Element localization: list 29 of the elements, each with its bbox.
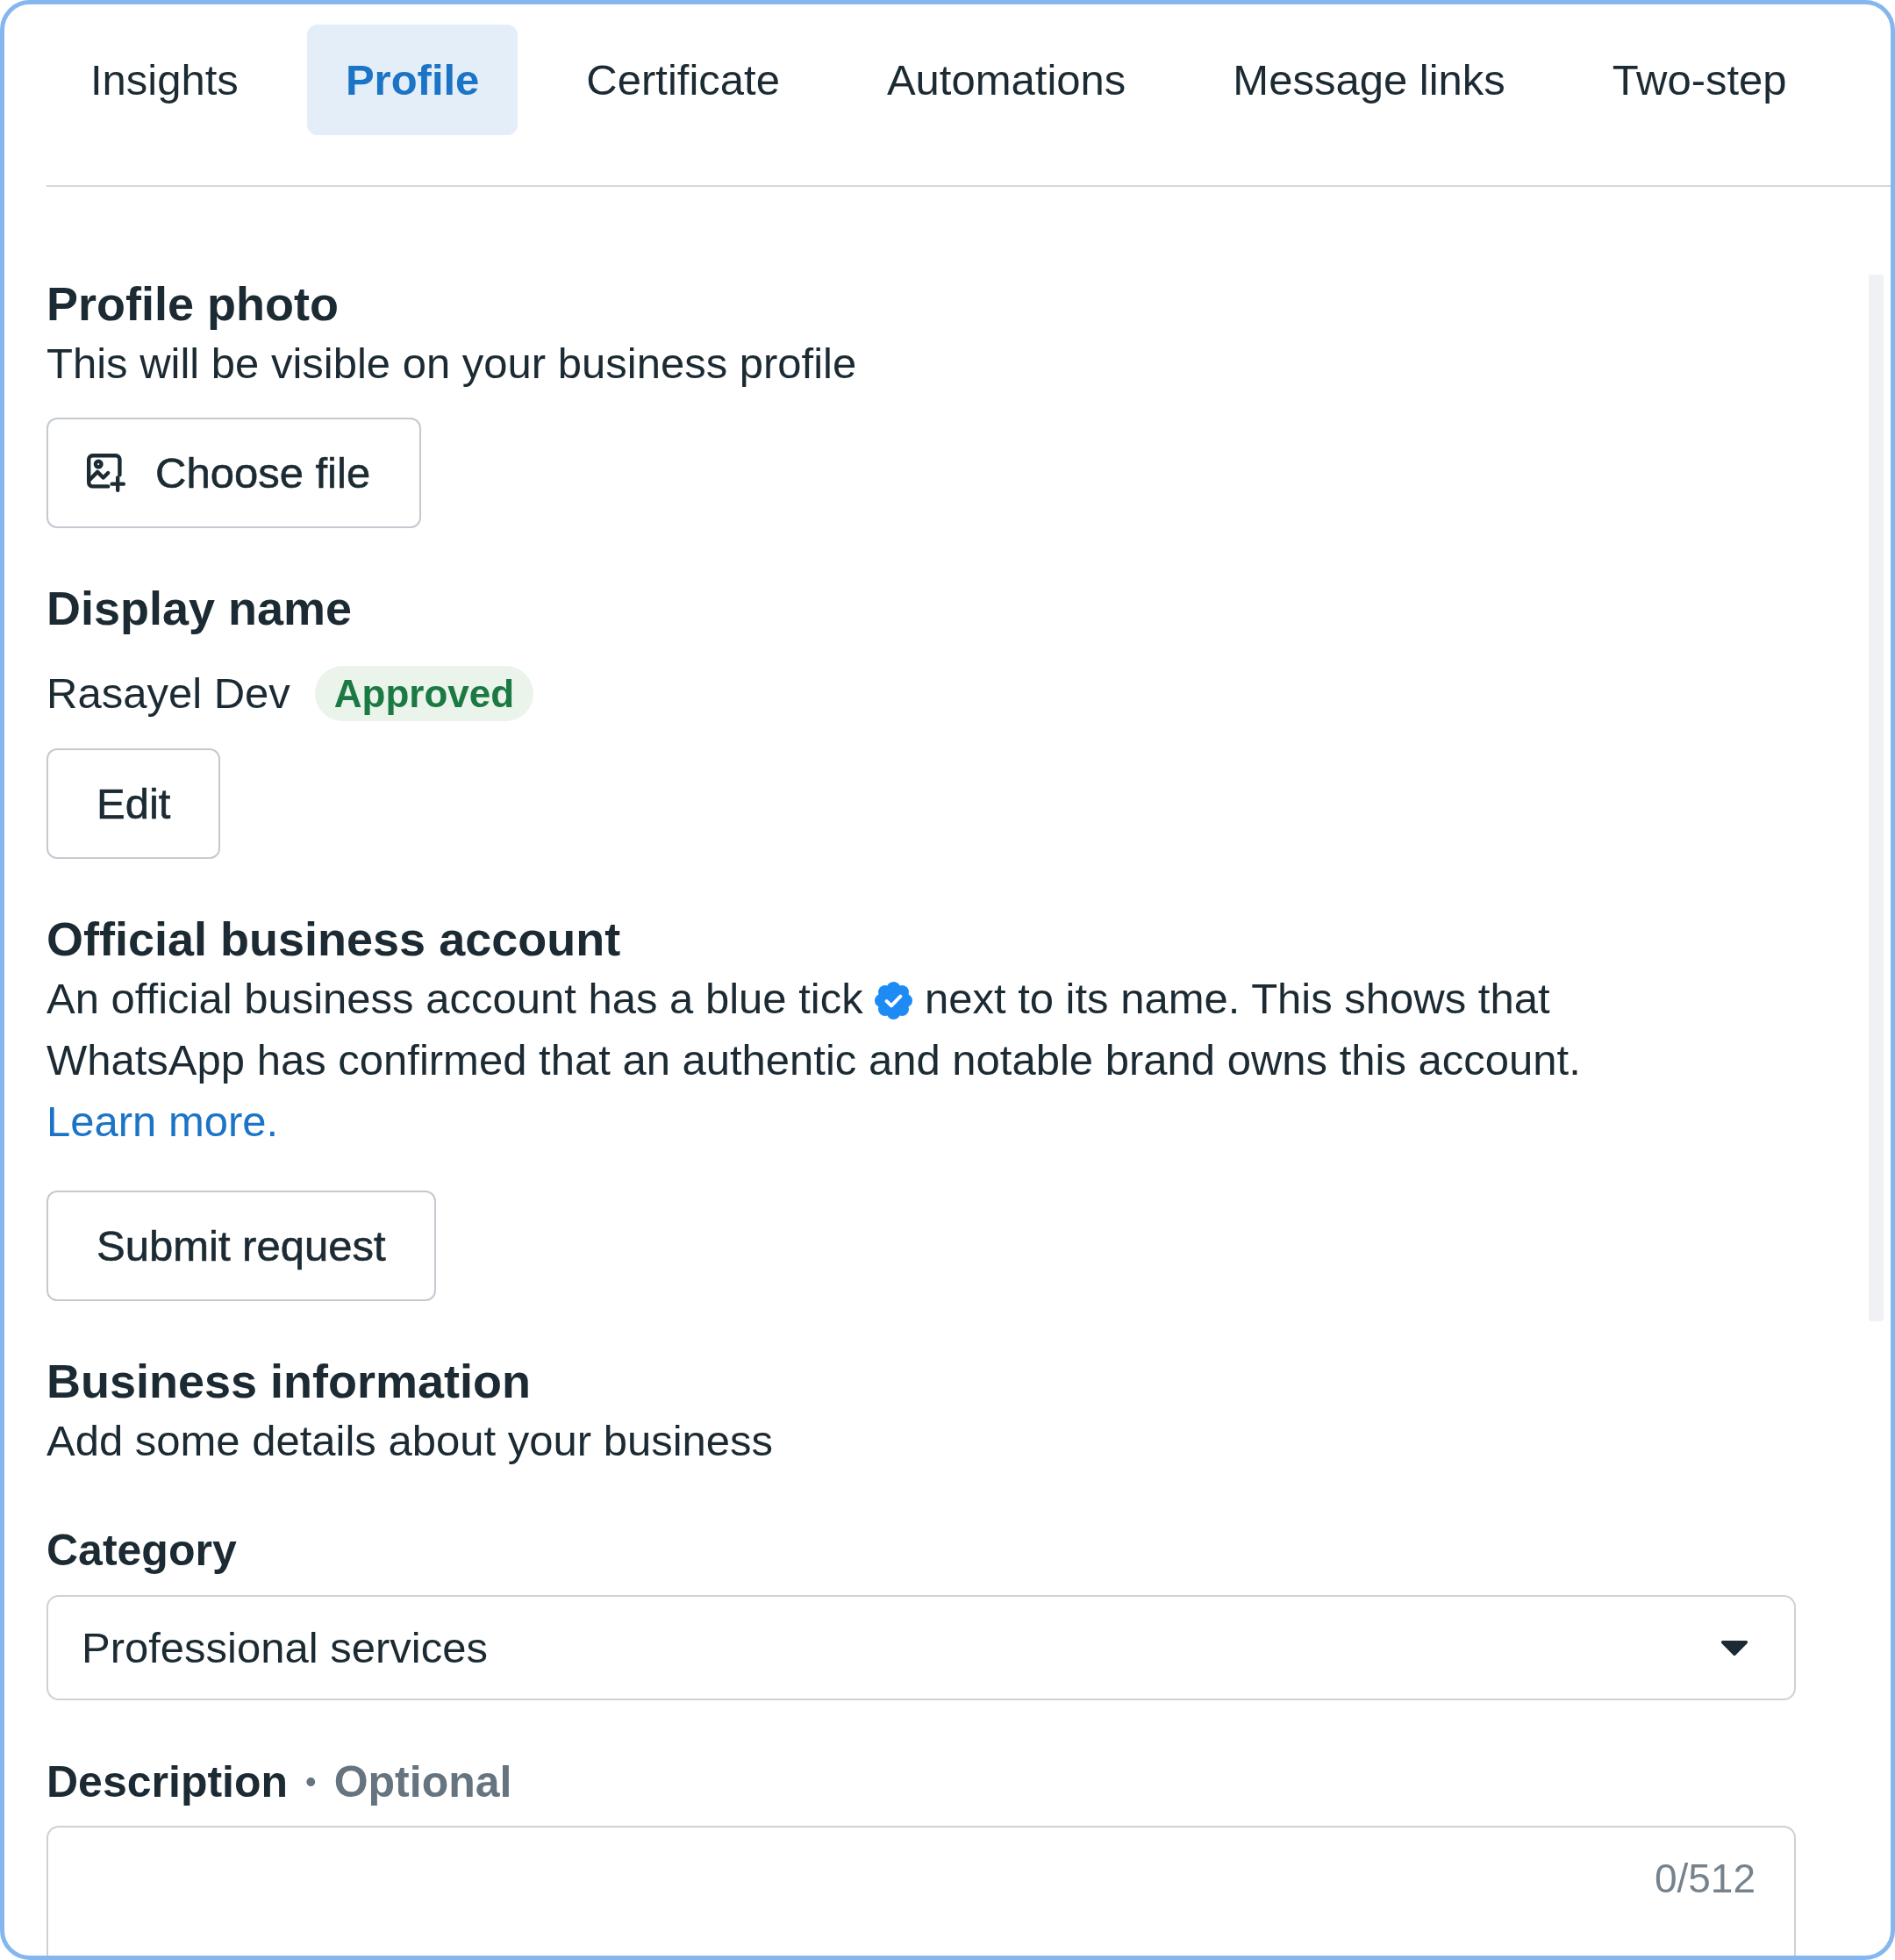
display-name-text: Rasayel Dev [46, 669, 290, 719]
submit-request-button[interactable]: Submit request [46, 1191, 436, 1301]
section-heading: Business information [46, 1354, 533, 1409]
separator-dot: • [305, 1763, 317, 1801]
learn-more-link[interactable]: Learn more. [46, 1098, 279, 1145]
image-add-icon [87, 454, 125, 492]
verified-badge-icon [875, 982, 913, 1019]
category-dropdown[interactable]: Professional services [46, 1595, 1796, 1700]
tab[interactable]: Profile [306, 25, 518, 135]
field-label: Category [46, 1525, 237, 1577]
character-counter: 0/512 [1654, 1855, 1756, 1903]
tab[interactable]: Message links [1194, 25, 1544, 135]
tab[interactable]: Automations [847, 25, 1165, 135]
section-subtitle: This will be visible on your business profile [46, 339, 857, 389]
field-label: Description [46, 1756, 289, 1808]
tab[interactable]: Insights [52, 25, 277, 135]
edit-button[interactable]: Edit [46, 748, 221, 859]
choose-file-button[interactable]: Choose file [46, 418, 422, 528]
section-heading: Display name [46, 581, 353, 636]
section-heading: Profile photo [46, 276, 339, 332]
paragraph-text: An official business account has a blue tick next to its name. This shows that WhatsApp has confirmed that an authentic and notable brand owns this account. Learn more. [46, 974, 1582, 1147]
optional-label: Optional [333, 1756, 512, 1808]
status-badge: Approved [314, 666, 534, 721]
section-subtitle: Add some details about your business [46, 1416, 775, 1466]
caret-icon [1720, 1639, 1748, 1656]
section-heading: Official business account [46, 912, 621, 967]
tab[interactable]: Certificate [547, 25, 819, 135]
description-field[interactable]: 0/512 [46, 1826, 1796, 1956]
tab[interactable]: Two-step [1573, 25, 1826, 135]
